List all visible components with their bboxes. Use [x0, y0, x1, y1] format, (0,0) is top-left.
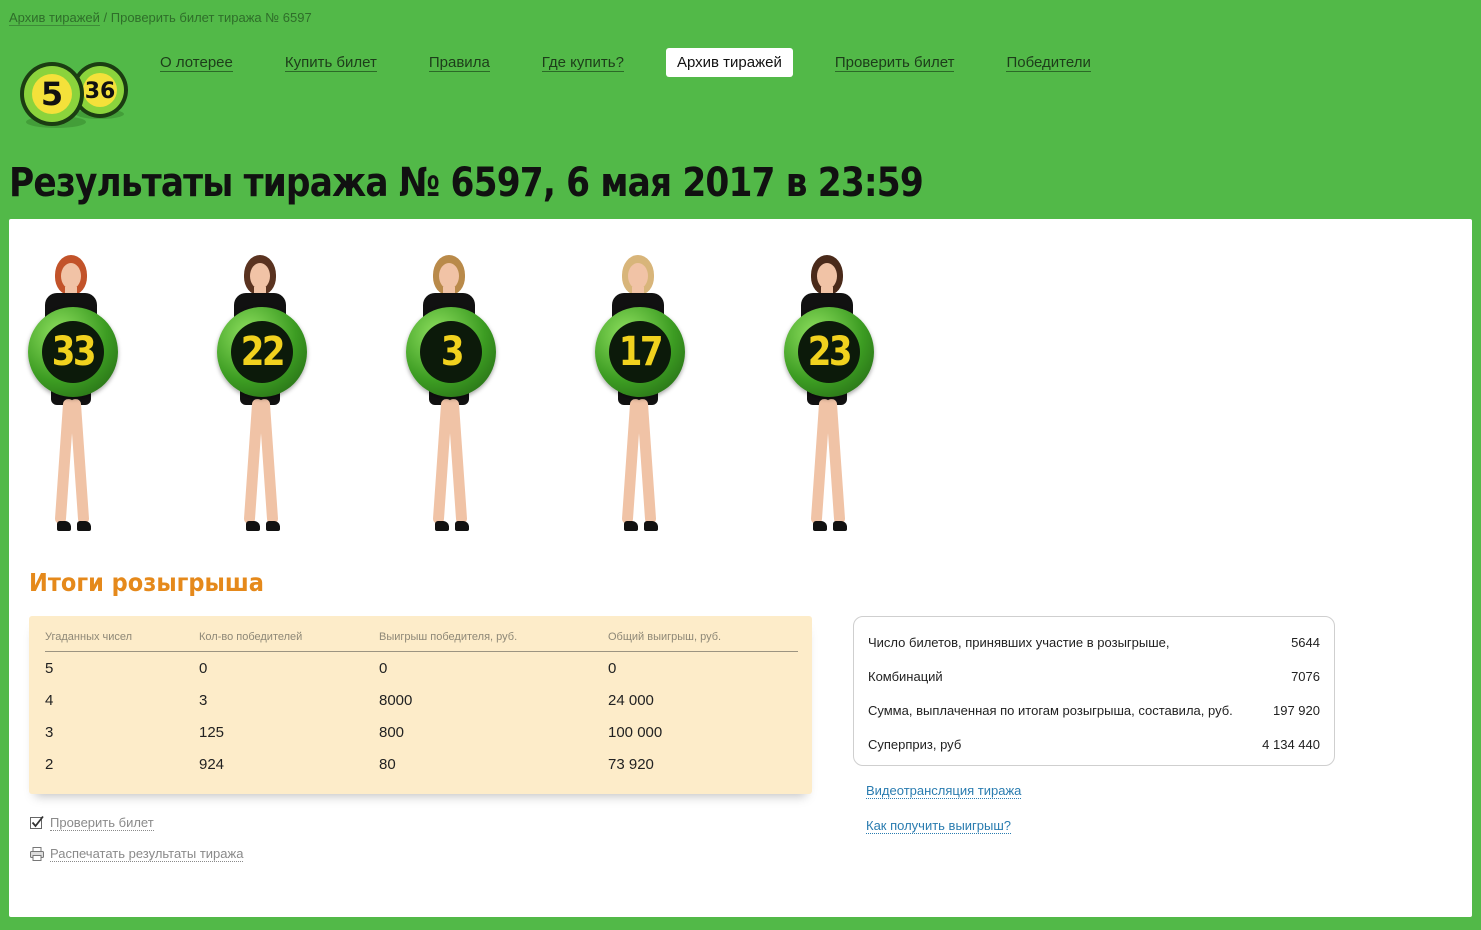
table-cell: 125: [199, 724, 225, 741]
table-cell: 5: [45, 660, 54, 677]
nav-item-label: Проверить билет: [834, 54, 955, 72]
results-table-panel: Угаданных чисел Кол-во победителей Выигр…: [29, 616, 812, 794]
lottery-ball: 23: [784, 307, 874, 397]
ball-number: 3: [440, 329, 464, 375]
table-cell: 8000: [379, 692, 413, 709]
check-ticket-link[interactable]: Проверить билет: [50, 815, 154, 831]
lottery-ball: 22: [217, 307, 307, 397]
stats-label: Сумма, выплаченная по итогам розыгрыша, …: [868, 702, 1233, 718]
drawn-ball-figure: 22: [212, 249, 312, 539]
how-to-claim-link[interactable]: Как получить выигрыш?: [866, 818, 1012, 834]
stats-label: Число билетов, принявших участие в розыг…: [868, 634, 1170, 650]
breadcrumb-current: Проверить билет тиража № 6597: [110, 10, 312, 25]
nav-item-label: Купить билет: [284, 54, 377, 72]
table-row: 2 924 80 73 920: [45, 748, 798, 780]
table-cell: 3: [199, 692, 208, 709]
nav-item-rules[interactable]: Правила: [419, 48, 500, 77]
page-title: Результаты тиража № 6597, 6 мая 2017 в 2…: [9, 160, 924, 206]
main-nav: О лотерее Купить билет Правила Где купит…: [150, 48, 1133, 77]
ball-number: 23: [807, 329, 853, 375]
table-cell: 3: [45, 724, 54, 741]
results-table: Угаданных чисел Кол-во победителей Выигр…: [45, 626, 798, 780]
column-header: Кол-во победителей: [199, 626, 379, 652]
drawn-ball-figure: 23: [779, 249, 879, 539]
drawn-numbers: 33 22 3 17 23: [23, 249, 903, 539]
table-cell: 800: [379, 724, 405, 741]
stats-row: Комбинаций 7076: [868, 659, 1320, 693]
nav-item-label: Где купить?: [541, 54, 624, 72]
stats-value: 5644: [1291, 634, 1320, 650]
table-cell: 924: [199, 756, 225, 773]
drawn-ball-figure: 3: [401, 249, 501, 539]
nav-item-where-to-buy[interactable]: Где купить?: [532, 48, 634, 77]
table-row: 4 3 8000 24 000: [45, 684, 798, 716]
printer-icon: [30, 847, 44, 861]
results-section-title: Итоги розыгрыша: [29, 568, 264, 597]
column-header: Угаданных чисел: [45, 626, 199, 652]
breadcrumb-separator: /: [99, 10, 111, 25]
stats-row: Сумма, выплаченная по итогам розыгрыша, …: [868, 693, 1320, 727]
table-cell: 4: [45, 692, 54, 709]
table-cell: 24 000: [608, 692, 654, 709]
column-header: Общий выигрыш, руб.: [608, 626, 798, 652]
nav-item-label: Победители: [1006, 54, 1091, 72]
table-cell: 100 000: [608, 724, 663, 741]
action-links: Проверить билет Распечатать результаты т…: [29, 815, 244, 877]
nav-item-label: О лотерее: [160, 54, 233, 72]
check-ticket-row: Проверить билет: [29, 815, 243, 831]
breadcrumb: Архив тиражей / Проверить билет тиража №…: [9, 10, 312, 26]
table-cell: 2: [45, 756, 54, 773]
nav-item-label: Архив тиражей: [676, 54, 782, 71]
checkbox-checked-icon: [30, 815, 44, 829]
logo[interactable]: 36 5: [18, 56, 130, 132]
drawn-ball-figure: 17: [590, 249, 690, 539]
nav-item-label: Правила: [428, 54, 490, 72]
ball-number: 17: [618, 329, 664, 375]
breadcrumb-archive-link[interactable]: Архив тиражей: [9, 10, 100, 26]
lottery-ball: 33: [28, 307, 118, 397]
table-row: 5 0 0 0: [45, 652, 798, 685]
stats-value: 197 920: [1273, 702, 1320, 718]
print-results-link[interactable]: Распечатать результаты тиража: [50, 846, 244, 862]
logo-number-5: 5: [41, 75, 63, 113]
nav-item-buy-ticket[interactable]: Купить билет: [275, 48, 387, 77]
stats-label: Комбинаций: [868, 668, 943, 684]
lottery-ball: 3: [406, 307, 496, 397]
ball-number: 22: [240, 329, 286, 375]
column-header: Выигрыш победителя, руб.: [379, 626, 608, 652]
nav-item-winners[interactable]: Победители: [996, 48, 1100, 77]
print-results-row: Распечатать результаты тиража: [29, 846, 244, 862]
stats-row: Число билетов, принявших участие в розыг…: [868, 625, 1320, 659]
table-cell: 0: [608, 660, 617, 677]
nav-item-check-ticket[interactable]: Проверить билет: [825, 48, 965, 77]
table-cell: 73 920: [608, 756, 654, 773]
table-cell: 0: [379, 660, 388, 677]
lottery-ball: 17: [595, 307, 685, 397]
table-row: 3 125 800 100 000: [45, 716, 798, 748]
nav-item-about[interactable]: О лотерее: [150, 48, 243, 77]
table-cell: 80: [379, 756, 396, 773]
video-broadcast-link[interactable]: Видеотрансляция тиража: [866, 783, 1022, 799]
ball-number: 33: [51, 329, 97, 375]
stats-label: Суперприз, руб: [868, 736, 962, 752]
stats-value: 4 134 440: [1262, 736, 1320, 752]
nav-item-archive[interactable]: Архив тиражей: [665, 48, 793, 77]
table-header-row: Угаданных чисел Кол-во победителей Выигр…: [45, 626, 798, 652]
stats-row: Суперприз, руб 4 134 440: [868, 727, 1320, 761]
stats-value: 7076: [1291, 668, 1320, 684]
logo-number-36: 36: [85, 79, 116, 104]
table-cell: 0: [199, 660, 208, 677]
drawn-ball-figure: 33: [23, 249, 123, 539]
content-card: 33 22 3 17 23 Итоги розыгрыша Угаданных …: [9, 219, 1472, 917]
related-links: Видеотрансляция тиража Как получить выиг…: [866, 783, 1022, 853]
draw-stats-panel: Число билетов, принявших участие в розыг…: [853, 616, 1335, 766]
